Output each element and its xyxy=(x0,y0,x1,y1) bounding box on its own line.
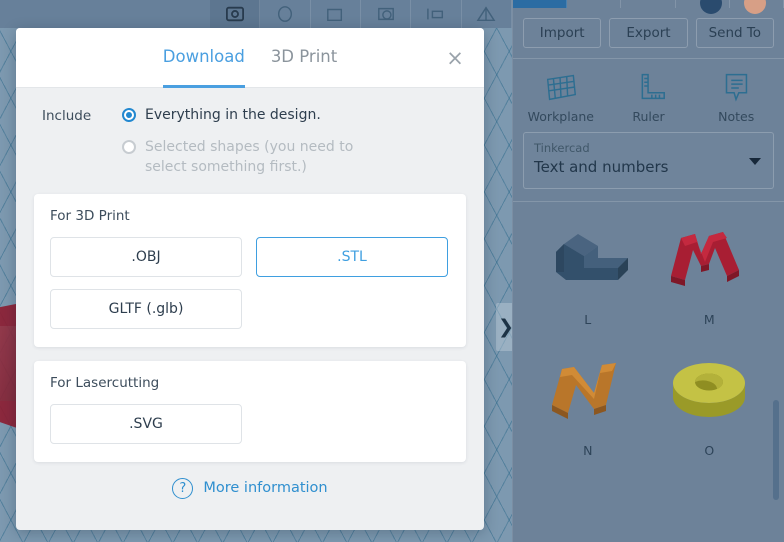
section-lasercutting-title: For Lasercutting xyxy=(50,375,450,391)
include-row: Include Everything in the design. Select… xyxy=(16,88,484,194)
radio-selected-icon xyxy=(122,108,136,122)
sidebar-item-workplane[interactable]: Workplane xyxy=(517,69,605,124)
radio-selected-shapes-label: Selected shapes (you need to select some… xyxy=(145,138,395,178)
shape-library-group: Tinkercad xyxy=(534,140,763,156)
more-information-link[interactable]: More information xyxy=(203,480,327,496)
radio-everything[interactable]: Everything in the design. xyxy=(122,106,484,126)
tab-3d-print[interactable]: 3D Print xyxy=(271,28,337,88)
right-sidebar: Import Export Send To Workplane xyxy=(512,0,784,542)
format-row-1: .OBJ .STL xyxy=(50,237,450,277)
tab-download[interactable]: Download xyxy=(163,28,245,88)
shape-item-n[interactable]: N xyxy=(527,355,649,458)
shape-item-o[interactable]: O xyxy=(649,355,771,458)
shape-library-selector[interactable]: Tinkercad Text and numbers xyxy=(523,132,774,189)
download-dialog: Download 3D Print × Include Everything i… xyxy=(16,28,484,530)
shape-library-grid: L M xyxy=(513,202,784,458)
shape-item-l[interactable]: L xyxy=(527,224,649,327)
radio-unselected-icon xyxy=(122,140,136,154)
sidebar-tool-icons: Workplane Ruler xyxy=(513,59,784,132)
tinkercad-app: ❯ Import Export Send To xyxy=(0,0,784,542)
cylinder-icon xyxy=(274,5,296,23)
shape-label-o: O xyxy=(704,443,714,458)
shape-label-n: N xyxy=(583,443,592,458)
dialog-header: Download 3D Print × xyxy=(16,28,484,88)
export-button[interactable]: Export xyxy=(609,18,687,48)
ruler-label: Ruler xyxy=(632,109,664,124)
workplane-icon xyxy=(542,69,580,105)
tool-button-sphere[interactable] xyxy=(361,0,411,28)
section-3d-print-title: For 3D Print xyxy=(50,208,450,224)
sidebar-scrollbar[interactable] xyxy=(773,400,779,500)
download-obj-button[interactable]: .OBJ xyxy=(50,237,242,277)
letter-n-3d-icon xyxy=(536,355,640,433)
send-to-button[interactable]: Send To xyxy=(696,18,774,48)
download-svg-button[interactable]: .SVG xyxy=(50,404,242,444)
letter-m-3d-icon xyxy=(657,224,761,302)
download-stl-button[interactable]: .STL xyxy=(256,237,448,277)
tool-button-wedge[interactable] xyxy=(311,0,361,28)
workplane-label: Workplane xyxy=(528,109,594,124)
sidebar-tab-3[interactable] xyxy=(621,0,675,8)
shape-tool-strip xyxy=(0,0,512,28)
include-label: Include xyxy=(42,106,98,190)
ruler-icon xyxy=(630,69,668,105)
tool-button-box[interactable] xyxy=(210,0,260,28)
chevron-down-icon xyxy=(749,158,761,165)
more-information-row[interactable]: ? More information xyxy=(16,478,484,499)
letter-o-3d-icon xyxy=(657,355,761,433)
notes-label: Notes xyxy=(718,109,754,124)
shape-library-selector-wrap: Tinkercad Text and numbers xyxy=(513,132,784,189)
sphere-icon xyxy=(375,5,397,23)
notes-icon xyxy=(717,69,755,105)
sidebar-item-ruler[interactable]: Ruler xyxy=(605,69,693,124)
box-icon xyxy=(224,5,246,23)
section-3d-print: For 3D Print .OBJ .STL GLTF (.glb) xyxy=(34,194,466,347)
format-row-2: GLTF (.glb) xyxy=(50,289,450,329)
shape-label-m: M xyxy=(704,312,715,327)
tool-button-cylinder[interactable] xyxy=(260,0,310,28)
sidebar-item-notes[interactable]: Notes xyxy=(692,69,780,124)
close-icon[interactable]: × xyxy=(444,48,466,70)
shape-library-value: Text and numbers xyxy=(534,156,763,179)
roof-icon xyxy=(425,5,447,23)
pyramid-icon xyxy=(475,5,497,23)
shape-label-l: L xyxy=(584,312,591,327)
radio-selected-shapes: Selected shapes (you need to select some… xyxy=(122,138,484,178)
tool-button-pyramid[interactable] xyxy=(462,0,512,28)
import-button[interactable]: Import xyxy=(523,18,601,48)
shape-item-m[interactable]: M xyxy=(649,224,771,327)
radio-everything-label: Everything in the design. xyxy=(145,106,321,126)
tool-button-roof[interactable] xyxy=(411,0,461,28)
question-mark-icon: ? xyxy=(172,478,193,499)
download-gltf-button[interactable]: GLTF (.glb) xyxy=(50,289,242,329)
sidebar-action-buttons: Import Export Send To xyxy=(513,8,784,58)
wedge-icon xyxy=(324,5,346,23)
sidebar-tab-2[interactable] xyxy=(567,0,621,8)
sidebar-tab-1[interactable] xyxy=(513,0,567,8)
letter-l-3d-icon xyxy=(536,224,640,302)
format-row-3: .SVG xyxy=(50,404,450,444)
include-radio-group: Everything in the design. Selected shape… xyxy=(98,106,484,190)
section-lasercutting: For Lasercutting .SVG xyxy=(34,361,466,462)
